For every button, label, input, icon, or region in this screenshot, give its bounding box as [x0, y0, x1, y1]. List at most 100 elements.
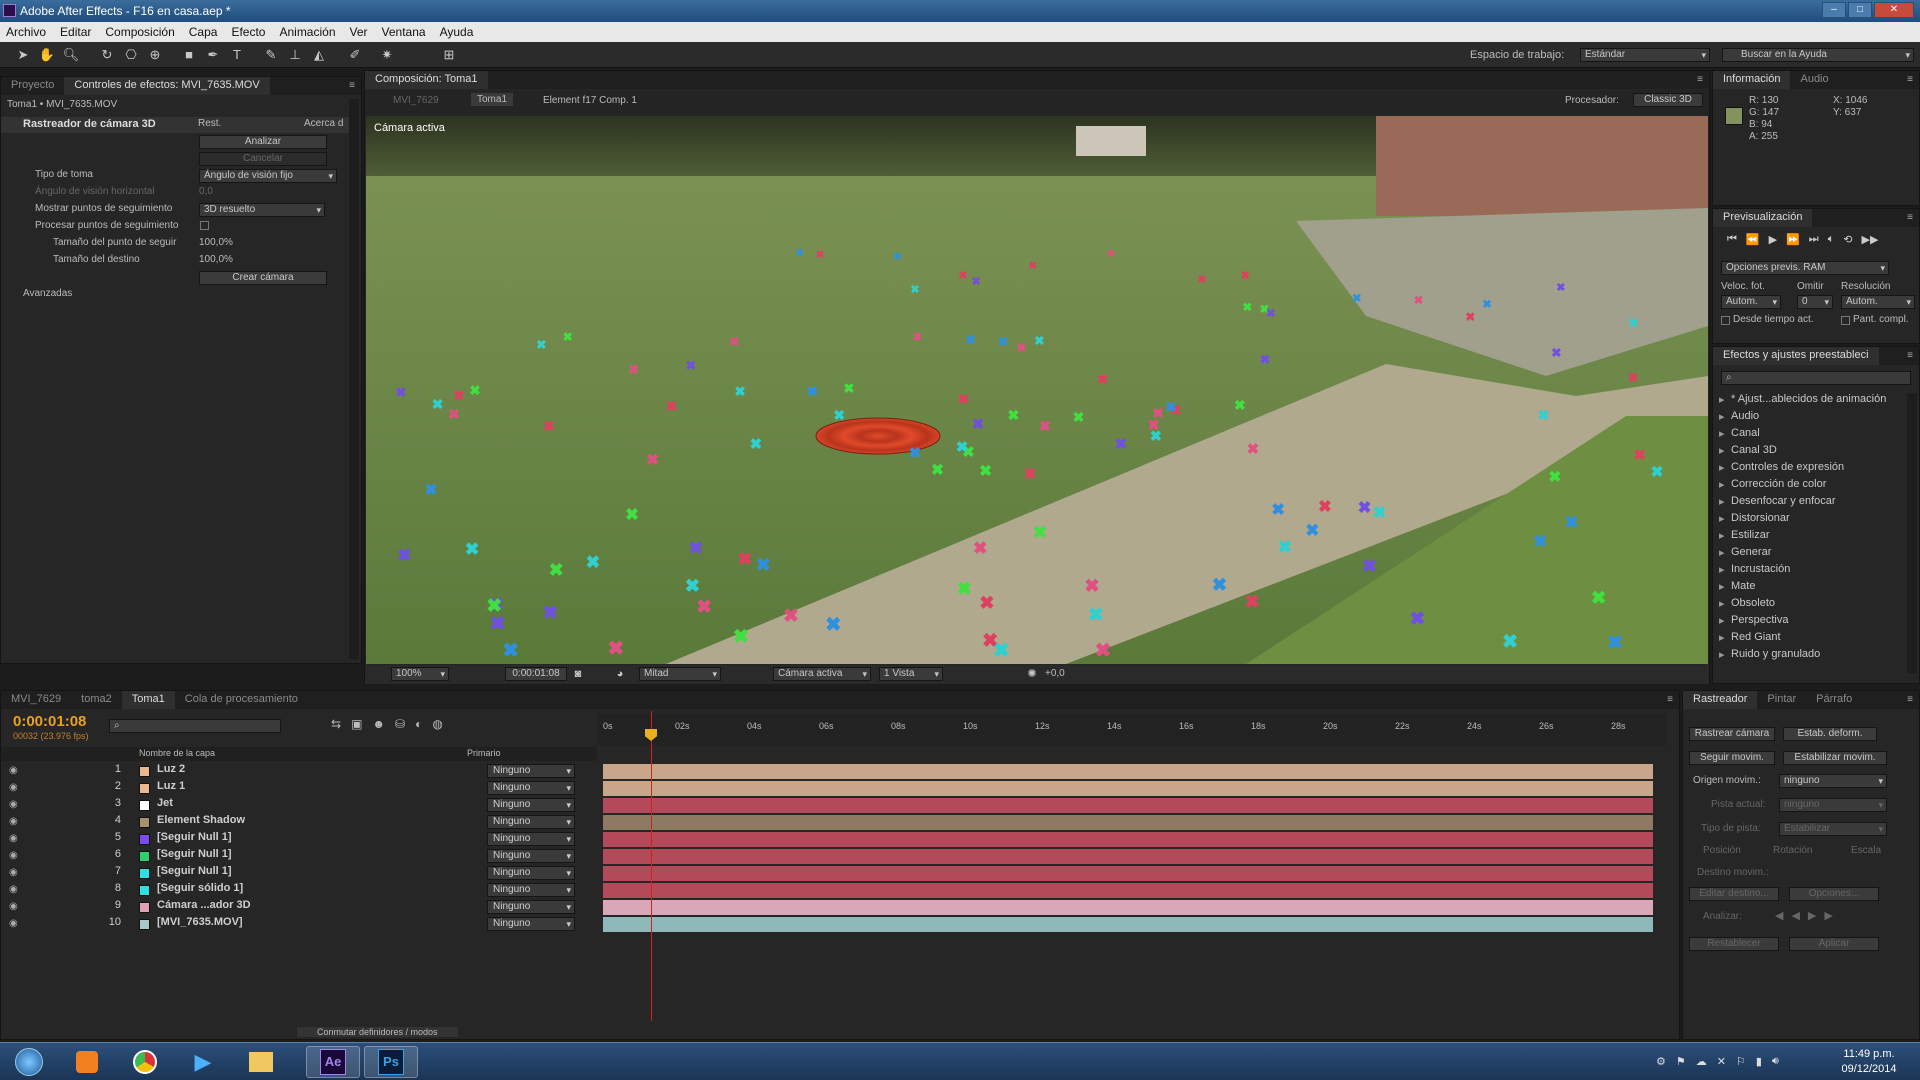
preview-menu-icon[interactable]: ≡: [1907, 212, 1913, 223]
zoom-dropdown[interactable]: 100%: [391, 667, 449, 681]
track-point-marker[interactable]: ✖: [1234, 396, 1246, 414]
effects-scrollbar[interactable]: [349, 99, 359, 659]
track-point-marker[interactable]: ✖: [1073, 409, 1085, 427]
track-point-marker[interactable]: ✖: [1244, 592, 1260, 611]
track-point-marker[interactable]: ✖: [1243, 299, 1253, 317]
layer-duration-bar[interactable]: [603, 883, 1653, 898]
chrome-icon[interactable]: [118, 1046, 172, 1078]
brush-tool-icon[interactable]: ✎: [262, 46, 280, 64]
views-dropdown[interactable]: 1 Vista: [879, 667, 943, 681]
ram-options-dropdown[interactable]: Opciones previs. RAM: [1721, 261, 1889, 275]
track-point-marker[interactable]: ✖: [448, 405, 460, 423]
menu-archivo[interactable]: Archivo: [6, 25, 46, 39]
parent-dropdown[interactable]: Ninguno: [487, 883, 575, 897]
reset-link[interactable]: Rest.: [198, 118, 221, 129]
effects-category-item[interactable]: Ruido y granulado: [1713, 648, 1907, 665]
track-point-marker[interactable]: ✖: [910, 281, 919, 299]
current-time-display[interactable]: 0:00:01:08: [505, 667, 567, 681]
layer-row[interactable]: ◉ 6 [Seguir Null 1] Ninguno: [1, 848, 597, 865]
from-current-checkbox[interactable]: [1721, 316, 1730, 325]
tab-effects-presets[interactable]: Efectos y ajustes preestableci: [1713, 347, 1879, 365]
axis-mode-icon[interactable]: ⊞: [440, 46, 458, 64]
track-point-marker[interactable]: ✖: [1633, 447, 1646, 465]
audio-icon[interactable]: 🔈︎: [1828, 233, 1835, 246]
track-point-marker[interactable]: ✖: [756, 556, 771, 574]
track-point-marker[interactable]: ✖: [1556, 279, 1565, 297]
track-point-marker[interactable]: ✖: [685, 357, 696, 375]
tray-icon-4[interactable]: ✕: [1717, 1055, 1726, 1068]
snapshot-icon[interactable]: ◙: [569, 665, 587, 683]
track-point-marker[interactable]: ✖: [543, 418, 555, 436]
effects-category-item[interactable]: Incrustación: [1713, 563, 1907, 580]
layer-row[interactable]: ◉ 1 Luz 2 Ninguno: [1, 763, 597, 780]
track-point-marker[interactable]: ✖: [1028, 257, 1037, 275]
stabilize-motion-button[interactable]: Estabilizar movim.: [1783, 751, 1887, 765]
track-point-marker[interactable]: ✖: [1352, 290, 1361, 308]
info-menu-icon[interactable]: ≡: [1907, 74, 1913, 85]
tray-icon-5[interactable]: ⚐: [1736, 1055, 1746, 1068]
shy-layers-icon[interactable]: ☻: [372, 717, 385, 731]
parent-dropdown[interactable]: Ninguno: [487, 798, 575, 812]
track-point-marker[interactable]: ✖: [1241, 267, 1250, 285]
layer-label-swatch[interactable]: [139, 885, 150, 896]
parent-dropdown[interactable]: Ninguno: [487, 900, 575, 914]
hfov-value[interactable]: 0,0: [199, 186, 213, 197]
track-point-marker[interactable]: ✖: [1034, 332, 1044, 350]
advanced-section[interactable]: Avanzadas: [23, 288, 72, 299]
layer-duration-bar[interactable]: [603, 798, 1653, 813]
skip-dropdown[interactable]: 0: [1797, 295, 1833, 309]
layer-name[interactable]: [Seguir sólido 1]: [157, 882, 243, 894]
track-point-marker[interactable]: ✖: [1212, 575, 1227, 594]
prev-frame-icon[interactable]: ⏪: [1746, 233, 1760, 246]
fullscreen-checkbox[interactable]: [1841, 316, 1850, 325]
tab-toma2[interactable]: toma2: [71, 691, 122, 709]
visibility-eye-icon[interactable]: ◉: [9, 799, 18, 810]
composition-viewer[interactable]: Cámara activa ✖ ✖ ✖ ✖ ✖ ✖ ✖ ✖ ✖ ✖ ✖ ✖ ✖ ✖ ✖ ✖ ✖ ✖ ✖ ✖ ✖ ✖ ✖ ✖ ✖ ✖…: [366, 116, 1708, 664]
effects-category-item[interactable]: Mate: [1713, 580, 1907, 597]
track-motion-button[interactable]: Seguir movim.: [1689, 751, 1775, 765]
tab-toma1[interactable]: Toma1: [121, 691, 175, 709]
layer-row[interactable]: ◉ 3 Jet Ninguno: [1, 797, 597, 814]
track-point-marker[interactable]: ✖: [931, 462, 944, 480]
visibility-eye-icon[interactable]: ◉: [9, 833, 18, 844]
track-point-marker[interactable]: ✖: [586, 553, 601, 571]
track-point-marker[interactable]: ✖: [958, 267, 967, 285]
track-point-marker[interactable]: ✖: [549, 561, 564, 579]
timeline-menu-icon[interactable]: ≡: [1667, 694, 1673, 705]
clone-stamp-tool-icon[interactable]: ⊥: [286, 46, 304, 64]
parent-dropdown[interactable]: Ninguno: [487, 866, 575, 880]
exposure-value[interactable]: +0,0: [1045, 668, 1065, 679]
tab-info[interactable]: Información: [1713, 71, 1791, 89]
tab-render-queue[interactable]: Cola de procesamiento: [175, 691, 308, 709]
motion-blur-icon[interactable]: ◐: [415, 717, 422, 731]
tray-icon-2[interactable]: ⚑: [1676, 1055, 1686, 1068]
play-icon[interactable]: ▶: [1769, 233, 1777, 246]
draft-3d-icon[interactable]: ▣: [351, 717, 362, 731]
effects-category-item[interactable]: Generar: [1713, 546, 1907, 563]
comp-panel-menu-icon[interactable]: ≡: [1697, 74, 1703, 85]
rotate-tool-icon[interactable]: ↻: [98, 46, 116, 64]
track-point-marker[interactable]: ✖: [956, 579, 971, 598]
track-point-marker[interactable]: ✖: [1084, 576, 1099, 595]
options-button[interactable]: Opciones...: [1789, 887, 1879, 901]
last-frame-icon[interactable]: ⏭: [1809, 233, 1819, 246]
track-point-marker[interactable]: ✖: [432, 395, 444, 413]
visibility-eye-icon[interactable]: ◉: [9, 782, 18, 793]
clock-time[interactable]: 11:49 p.m.: [1834, 1048, 1904, 1060]
visibility-eye-icon[interactable]: ◉: [9, 918, 18, 929]
effects-category-item[interactable]: Canal 3D: [1713, 444, 1907, 461]
workspace-dropdown[interactable]: Estándar: [1580, 48, 1710, 62]
analyze-controls-icon[interactable]: ◀◀▶▶: [1775, 909, 1841, 922]
track-point-marker[interactable]: ✖: [998, 333, 1008, 351]
track-point-marker[interactable]: ✖: [993, 641, 1010, 661]
resolution-preview-dropdown[interactable]: Autom.: [1841, 295, 1915, 309]
tab-tracker[interactable]: Rastreador: [1683, 691, 1758, 709]
camera-tool-icon[interactable]: ⎔: [122, 46, 140, 64]
layer-name[interactable]: [MVI_7635.MOV]: [157, 916, 243, 928]
track-point-marker[interactable]: ✖: [833, 407, 845, 425]
layer-row[interactable]: ◉ 10 [MVI_7635.MOV] Ninguno: [1, 916, 597, 933]
layer-label-swatch[interactable]: [139, 783, 150, 794]
parent-dropdown[interactable]: Ninguno: [487, 815, 575, 829]
renderer-button[interactable]: Classic 3D: [1633, 93, 1703, 107]
layer-label-swatch[interactable]: [139, 902, 150, 913]
